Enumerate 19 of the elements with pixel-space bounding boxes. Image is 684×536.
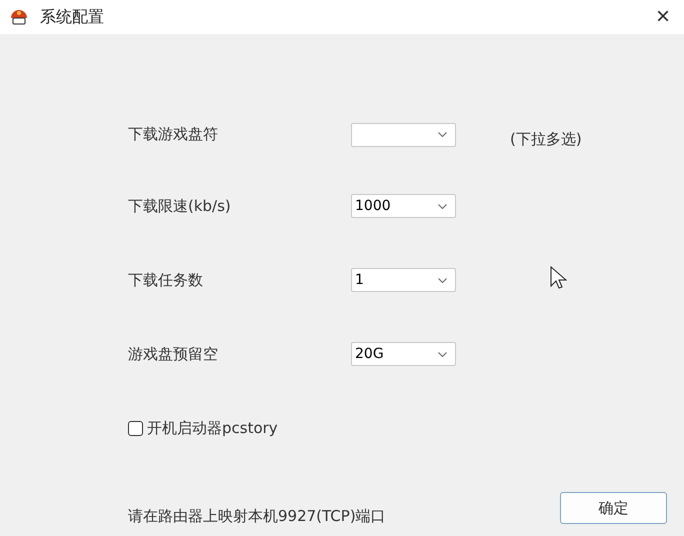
field-label: 下载游戏盘符 bbox=[128, 125, 219, 144]
close-button[interactable]: × bbox=[652, 5, 674, 29]
dropdown[interactable]: 1000 bbox=[351, 194, 456, 218]
dropdown[interactable]: 1 bbox=[351, 268, 456, 292]
chevron-down-icon bbox=[438, 352, 447, 356]
chevron-down-icon bbox=[438, 132, 447, 137]
field-label: 下载任务数 bbox=[128, 270, 204, 290]
hint-text: 请在路由器上映射本机9927(TCP)端口 bbox=[128, 507, 386, 526]
field-note: (下拉多选) bbox=[510, 130, 583, 149]
chevron-down-icon bbox=[438, 278, 447, 282]
checkbox[interactable] bbox=[128, 420, 143, 436]
field-label: 下载限速(kb/s) bbox=[128, 196, 232, 216]
ok-button[interactable]: 确定 bbox=[560, 492, 667, 524]
dropdown[interactable]: 20G bbox=[351, 342, 456, 366]
field-label: 游戏盘预留空 bbox=[128, 344, 219, 364]
window-title: 系统配置 bbox=[40, 6, 105, 28]
cursor-icon bbox=[550, 266, 567, 290]
chevron-down-icon bbox=[438, 204, 447, 208]
checkbox-label: 开机启动器pcstory bbox=[147, 418, 278, 438]
